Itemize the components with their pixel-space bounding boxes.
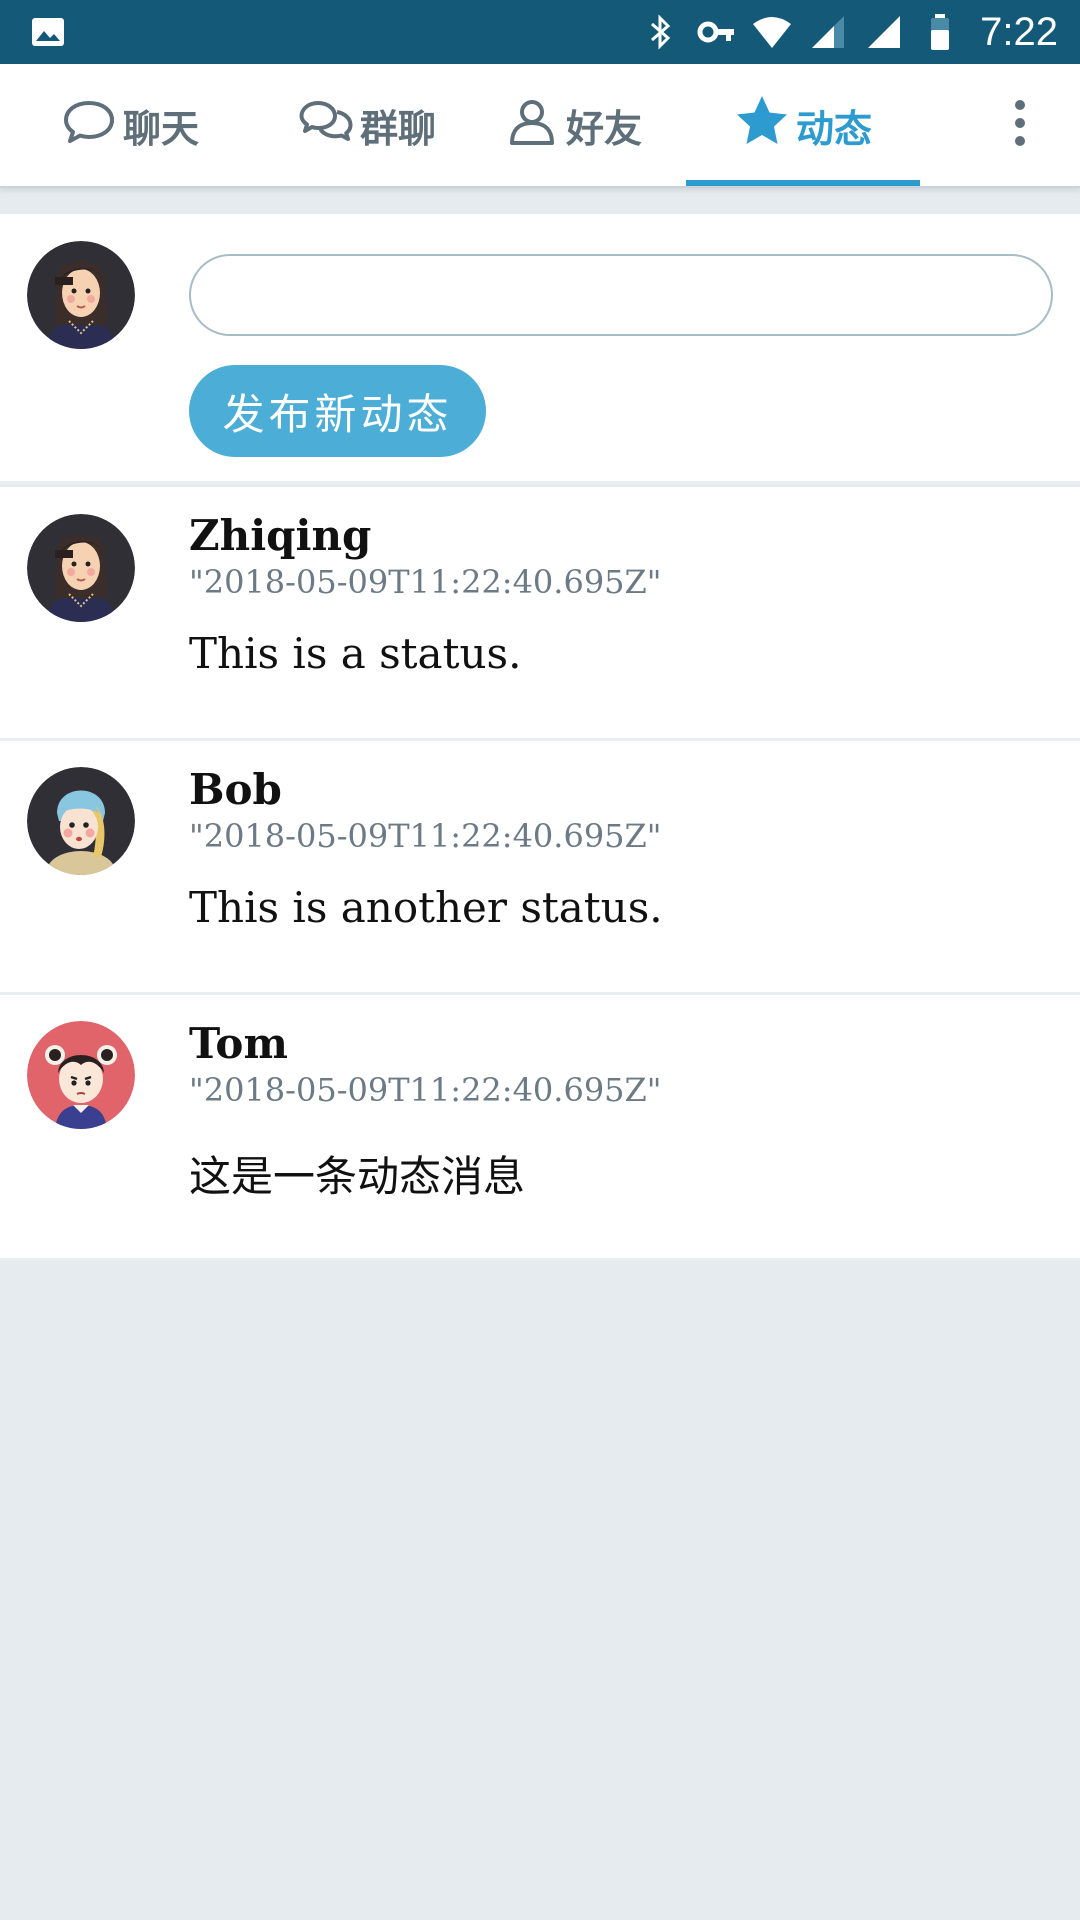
avatar bbox=[27, 241, 135, 349]
post-timestamp: "2018-05-09T11:22:40.695Z" bbox=[189, 817, 662, 855]
post-content: This is another status. bbox=[189, 883, 663, 932]
tab-label: 聊天 bbox=[122, 106, 199, 151]
tab-group-chat[interactable]: 群聊 bbox=[262, 64, 472, 186]
avatar bbox=[27, 1021, 135, 1129]
avatar bbox=[27, 514, 135, 622]
tab-label: 好友 bbox=[565, 106, 642, 151]
post-timestamp: "2018-05-09T11:22:40.695Z" bbox=[189, 1071, 662, 1109]
status-composer: 发布新动态 bbox=[0, 214, 1080, 484]
star-icon bbox=[734, 93, 790, 158]
status-input[interactable] bbox=[189, 254, 1053, 336]
person-icon bbox=[504, 93, 560, 158]
post-timestamp: "2018-05-09T11:22:40.695Z" bbox=[189, 563, 662, 601]
post-author: Bob bbox=[189, 765, 282, 814]
wifi-icon bbox=[752, 12, 792, 52]
chat-bubble-icon bbox=[61, 93, 117, 158]
battery-icon bbox=[920, 12, 960, 52]
cellular-signal-icon bbox=[808, 12, 848, 52]
vpn-key-icon bbox=[696, 12, 736, 52]
cellular-signal-icon bbox=[864, 12, 904, 52]
tab-chat[interactable]: 聊天 bbox=[30, 64, 230, 186]
image-icon bbox=[30, 14, 66, 50]
tab-label: 群聊 bbox=[359, 106, 436, 151]
tab-bar: 聊天 群聊 好友 动态 bbox=[0, 64, 1080, 188]
clock: 7:22 bbox=[980, 9, 1058, 54]
post-author: Tom bbox=[189, 1019, 288, 1068]
bluetooth-icon bbox=[640, 12, 680, 52]
tab-moments[interactable]: 动态 bbox=[686, 64, 920, 186]
post-author: Zhiqing bbox=[189, 511, 372, 560]
list-item: Zhiqing "2018-05-09T11:22:40.695Z" This … bbox=[0, 487, 1080, 741]
post-content: 这是一条动态消息 bbox=[189, 1152, 526, 1201]
list-item: Bob "2018-05-09T11:22:40.695Z" This is a… bbox=[0, 741, 1080, 995]
avatar bbox=[27, 767, 135, 875]
publish-status-button[interactable]: 发布新动态 bbox=[189, 365, 486, 457]
post-content: This is a status. bbox=[189, 629, 522, 678]
more-menu-button[interactable] bbox=[1000, 64, 1040, 186]
more-vertical-icon bbox=[1010, 95, 1030, 155]
tab-friends[interactable]: 好友 bbox=[498, 64, 648, 186]
status-bar: 7:22 bbox=[0, 0, 1080, 64]
list-item: Tom "2018-05-09T11:22:40.695Z" 这是一条动态消息 bbox=[0, 995, 1080, 1261]
active-tab-indicator bbox=[686, 180, 920, 186]
group-chat-icon bbox=[298, 93, 354, 158]
tab-label: 动态 bbox=[795, 106, 872, 151]
